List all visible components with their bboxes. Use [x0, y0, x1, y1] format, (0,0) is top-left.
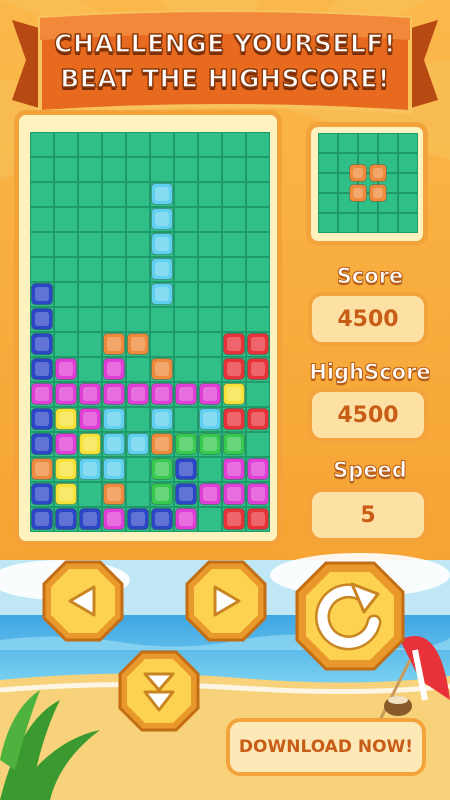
- banner-ribbon: [12, 10, 438, 115]
- locked-block: [31, 333, 53, 355]
- locked-block: [223, 508, 245, 530]
- locked-block: [31, 508, 53, 530]
- locked-block: [127, 333, 149, 355]
- locked-block: [55, 358, 77, 380]
- locked-block: [31, 283, 53, 305]
- locked-block: [223, 408, 245, 430]
- falling-block: [151, 183, 173, 205]
- locked-block: [151, 433, 173, 455]
- locked-block: [31, 433, 53, 455]
- locked-block: [247, 508, 269, 530]
- locked-block: [31, 358, 53, 380]
- locked-block: [79, 408, 101, 430]
- locked-block: [79, 508, 101, 530]
- locked-block: [247, 458, 269, 480]
- next-piece-block: [369, 164, 387, 182]
- locked-block: [103, 408, 125, 430]
- locked-block: [31, 458, 53, 480]
- locked-block: [247, 483, 269, 505]
- locked-block: [31, 483, 53, 505]
- locked-block: [175, 483, 197, 505]
- locked-block: [55, 433, 77, 455]
- locked-block: [127, 383, 149, 405]
- locked-block: [103, 358, 125, 380]
- locked-block: [151, 383, 173, 405]
- locked-block: [31, 408, 53, 430]
- locked-block: [223, 383, 245, 405]
- locked-block: [175, 458, 197, 480]
- locked-block: [247, 358, 269, 380]
- locked-block: [79, 458, 101, 480]
- move-left-button[interactable]: [42, 560, 124, 642]
- locked-block: [247, 408, 269, 430]
- locked-block: [199, 433, 221, 455]
- locked-block: [175, 433, 197, 455]
- drop-down-button[interactable]: [118, 650, 200, 732]
- locked-block: [199, 383, 221, 405]
- download-now-button[interactable]: DOWNLOAD NOW!: [226, 718, 426, 776]
- locked-block: [103, 433, 125, 455]
- highscore-label: HighScore: [309, 360, 431, 385]
- locked-block: [151, 358, 173, 380]
- locked-block: [79, 383, 101, 405]
- locked-block: [55, 508, 77, 530]
- locked-block: [247, 333, 269, 355]
- locked-block: [175, 383, 197, 405]
- locked-block: [103, 458, 125, 480]
- next-piece-block: [349, 164, 367, 182]
- score-value: 4500: [308, 292, 428, 346]
- next-piece-preview: [318, 133, 418, 233]
- falling-block: [151, 208, 173, 230]
- next-piece-block: [369, 184, 387, 202]
- game-board[interactable]: [30, 132, 270, 532]
- rotate-button[interactable]: [294, 560, 406, 672]
- falling-block: [151, 233, 173, 255]
- speed-label: Speed: [333, 458, 408, 483]
- locked-block: [103, 508, 125, 530]
- locked-block: [31, 383, 53, 405]
- next-piece-block: [349, 184, 367, 202]
- banner-title-line-1: CHALLENGE YOURSELF!: [53, 28, 396, 59]
- locked-block: [151, 458, 173, 480]
- move-right-button[interactable]: [185, 560, 267, 642]
- locked-block: [55, 458, 77, 480]
- falling-block: [151, 283, 173, 305]
- locked-block: [175, 508, 197, 530]
- locked-block: [79, 433, 101, 455]
- locked-block: [151, 483, 173, 505]
- locked-block: [151, 408, 173, 430]
- locked-block: [103, 483, 125, 505]
- locked-block: [223, 483, 245, 505]
- falling-block: [151, 258, 173, 280]
- locked-block: [31, 308, 53, 330]
- highscore-value: 4500: [308, 388, 428, 442]
- locked-block: [55, 408, 77, 430]
- locked-block: [223, 358, 245, 380]
- locked-block: [55, 483, 77, 505]
- locked-block: [223, 333, 245, 355]
- locked-block: [199, 408, 221, 430]
- locked-block: [103, 383, 125, 405]
- locked-block: [151, 508, 173, 530]
- speed-value: 5: [308, 488, 428, 542]
- locked-block: [103, 333, 125, 355]
- banner-title-line-2: BEAT THE HIGHSCORE!: [59, 63, 390, 94]
- score-label: Score: [336, 264, 404, 289]
- locked-block: [127, 508, 149, 530]
- locked-block: [55, 383, 77, 405]
- locked-block: [223, 458, 245, 480]
- locked-block: [127, 433, 149, 455]
- locked-block: [223, 433, 245, 455]
- locked-block: [199, 483, 221, 505]
